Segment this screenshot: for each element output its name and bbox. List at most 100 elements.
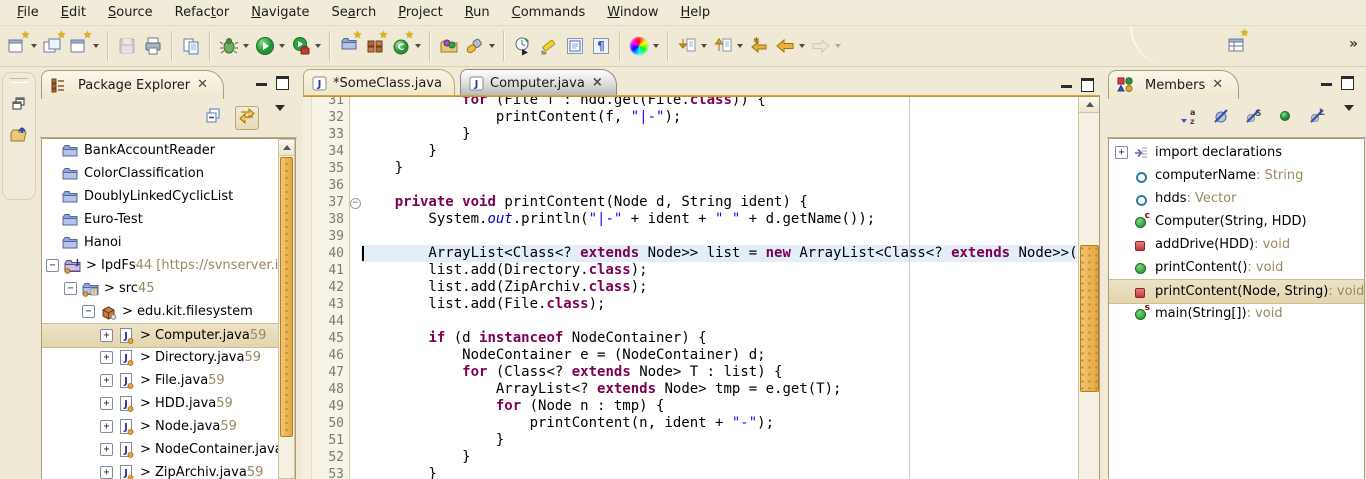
new-package-button[interactable]: ★ bbox=[362, 33, 388, 59]
view-menu-button[interactable] bbox=[1338, 107, 1360, 129]
tree-item-nodecontainer-java[interactable]: +J> NodeContainer.java 59 bbox=[42, 438, 280, 461]
dropdown-arrow-icon[interactable] bbox=[835, 44, 841, 48]
member-item-adddrive-hdd-[interactable]: addDrive(HDD) : void bbox=[1109, 233, 1364, 256]
fastview-drag-handle[interactable] bbox=[10, 78, 28, 83]
menu-edit[interactable]: Edit bbox=[50, 2, 97, 23]
code-line-51[interactable]: } bbox=[361, 432, 1077, 449]
code-line-49[interactable]: for (Node n : tmp) { bbox=[361, 398, 1077, 415]
line-number-ruler[interactable]: 3132333435363738394041424344454647484950… bbox=[312, 97, 350, 479]
maximize-button[interactable] bbox=[1341, 76, 1354, 90]
new-wizard-button[interactable]: ★ bbox=[4, 33, 40, 59]
new-view-button[interactable]: ★ bbox=[66, 33, 102, 59]
tree-item-colorclassification[interactable]: ColorClassification bbox=[42, 162, 280, 185]
code-line-31[interactable]: for (File f : hdd.get(File.class)) { bbox=[361, 97, 1077, 109]
code-line-40[interactable]: ArrayList<Class<? extends Node>> list = … bbox=[361, 245, 1077, 262]
dropdown-arrow-icon[interactable] bbox=[315, 44, 321, 48]
code-line-33[interactable]: } bbox=[361, 126, 1077, 143]
link-with-editor-button[interactable] bbox=[235, 106, 259, 130]
dropdown-arrow-icon[interactable] bbox=[489, 44, 495, 48]
dropdown-arrow-icon[interactable] bbox=[415, 44, 421, 48]
editor-scrollbar[interactable] bbox=[1078, 97, 1100, 479]
color-wheel-button[interactable] bbox=[626, 33, 662, 59]
external-tools-button[interactable] bbox=[288, 33, 324, 59]
scrollbar-thumb[interactable] bbox=[1080, 245, 1099, 392]
member-item-printcontent-node-string-[interactable]: printContent(Node, String) : void bbox=[1109, 279, 1364, 304]
tree-item-computer-java[interactable]: +J> Computer.java 59 bbox=[42, 323, 280, 348]
scroll-up-arrow[interactable] bbox=[1079, 97, 1100, 113]
show-public-button[interactable] bbox=[1274, 107, 1296, 129]
package-explorer-scrollbar[interactable] bbox=[278, 139, 295, 479]
member-item-computername[interactable]: computerName : String bbox=[1109, 164, 1364, 187]
maximize-button[interactable] bbox=[1081, 78, 1094, 92]
code-line-38[interactable]: System.out.println("|-" + ident + " " + … bbox=[361, 211, 1077, 228]
task-button[interactable] bbox=[510, 33, 536, 59]
pilcrow-button[interactable]: ¶ bbox=[588, 33, 614, 59]
editor-tab--someclass-java[interactable]: J*SomeClass.java bbox=[303, 69, 455, 96]
tree-item-directory-java[interactable]: +J> Directory.java 59 bbox=[42, 346, 280, 369]
code-viewport[interactable]: for (File f : hdd.get(File.class)) { pri… bbox=[361, 97, 1077, 479]
minimize-button[interactable] bbox=[1321, 74, 1332, 86]
dropdown-arrow-icon[interactable] bbox=[243, 44, 249, 48]
maximize-button[interactable] bbox=[276, 76, 289, 90]
search-button[interactable] bbox=[462, 33, 498, 59]
dropdown-arrow-icon[interactable] bbox=[31, 44, 37, 48]
member-item-computer-string-hdd-[interactable]: cComputer(String, HDD) bbox=[1109, 210, 1364, 233]
collapse-icon[interactable]: − bbox=[64, 282, 77, 295]
run-button[interactable] bbox=[252, 33, 288, 59]
sort-button[interactable]: az bbox=[1178, 107, 1200, 129]
next-annotation-button[interactable] bbox=[674, 33, 710, 59]
tree-item-hanoi[interactable]: Hanoi bbox=[42, 231, 280, 254]
toolbar-overflow-button[interactable]: » bbox=[1349, 36, 1356, 52]
hide-fields-button[interactable] bbox=[1210, 107, 1232, 129]
last-edit-location-button[interactable]: ✱ bbox=[746, 33, 772, 59]
dropdown-arrow-icon[interactable] bbox=[701, 44, 707, 48]
tree-item-ziparchiv-java[interactable]: +J> ZipArchiv.java 59 bbox=[42, 461, 280, 479]
member-item-main-string-[interactable]: smain(String[]) : void bbox=[1109, 302, 1364, 325]
code-line-47[interactable]: for (Class<? extends Node> T : list) { bbox=[361, 364, 1077, 381]
tree-item-hdd-java[interactable]: +J> HDD.java 59 bbox=[42, 392, 280, 415]
new-editor-button[interactable]: ★ bbox=[40, 33, 66, 59]
collapse-all-button[interactable] bbox=[203, 107, 225, 129]
dropdown-arrow-icon[interactable] bbox=[799, 44, 805, 48]
annotation-ruler[interactable] bbox=[303, 97, 312, 479]
hide-local-types-button[interactable]: L bbox=[1306, 107, 1328, 129]
code-line-43[interactable]: list.add(File.class); bbox=[361, 296, 1077, 313]
code-line-53[interactable]: } bbox=[361, 466, 1077, 479]
menu-window[interactable]: Window bbox=[596, 2, 669, 23]
restore-view-button[interactable] bbox=[7, 93, 31, 117]
menu-run[interactable]: Run bbox=[454, 2, 501, 23]
show-element-button[interactable] bbox=[562, 33, 588, 59]
member-item-import-declarations[interactable]: +import declarations bbox=[1109, 141, 1364, 164]
code-line-32[interactable]: printContent(f, "|-"); bbox=[361, 109, 1077, 126]
highlighter-button[interactable] bbox=[536, 33, 562, 59]
minimize-button[interactable] bbox=[1061, 76, 1072, 88]
code-line-41[interactable]: list.add(Directory.class); bbox=[361, 262, 1077, 279]
code-line-52[interactable]: } bbox=[361, 449, 1077, 466]
tree-item-ipdfs[interactable]: −J> IpdFs 44 [https://svnserver.i bbox=[42, 254, 280, 277]
folding-ruler[interactable]: − bbox=[350, 97, 360, 479]
close-icon[interactable]: × bbox=[591, 77, 604, 89]
copy-pages-button[interactable] bbox=[178, 33, 204, 59]
open-perspective-button[interactable]: ★ bbox=[1226, 34, 1246, 54]
code-line-45[interactable]: if (d instanceof NodeContainer) { bbox=[361, 330, 1077, 347]
tree-item-node-java[interactable]: +J> Node.java 59 bbox=[42, 415, 280, 438]
print-button[interactable] bbox=[140, 33, 166, 59]
code-line-42[interactable]: list.add(ZipArchiv.class); bbox=[361, 279, 1077, 296]
code-line-50[interactable]: printContent(n, ident + "-"); bbox=[361, 415, 1077, 432]
editor-content[interactable]: 3132333435363738394041424344454647484950… bbox=[303, 97, 1100, 479]
tree-item-bankaccountreader[interactable]: BankAccountReader bbox=[42, 139, 280, 162]
members-tab[interactable]: Members ✕ bbox=[1108, 70, 1239, 99]
scroll-up-arrow[interactable] bbox=[279, 140, 294, 156]
menu-source[interactable]: Source bbox=[97, 2, 164, 23]
tree-item-doublylinkedcycliclist[interactable]: DoublyLinkedCyclicList bbox=[42, 185, 280, 208]
scrollbar-thumb[interactable] bbox=[280, 157, 293, 437]
code-line-44[interactable] bbox=[361, 313, 1077, 330]
fold-collapse-icon[interactable]: − bbox=[350, 198, 361, 209]
menu-refactor[interactable]: Refactor bbox=[164, 2, 241, 23]
prev-annotation-button[interactable] bbox=[710, 33, 746, 59]
tree-item-euro-test[interactable]: Euro-Test bbox=[42, 208, 280, 231]
open-type-button[interactable] bbox=[436, 33, 462, 59]
expand-icon[interactable]: + bbox=[100, 329, 113, 342]
view-menu-button[interactable] bbox=[269, 107, 291, 129]
menu-project[interactable]: Project bbox=[387, 2, 454, 23]
